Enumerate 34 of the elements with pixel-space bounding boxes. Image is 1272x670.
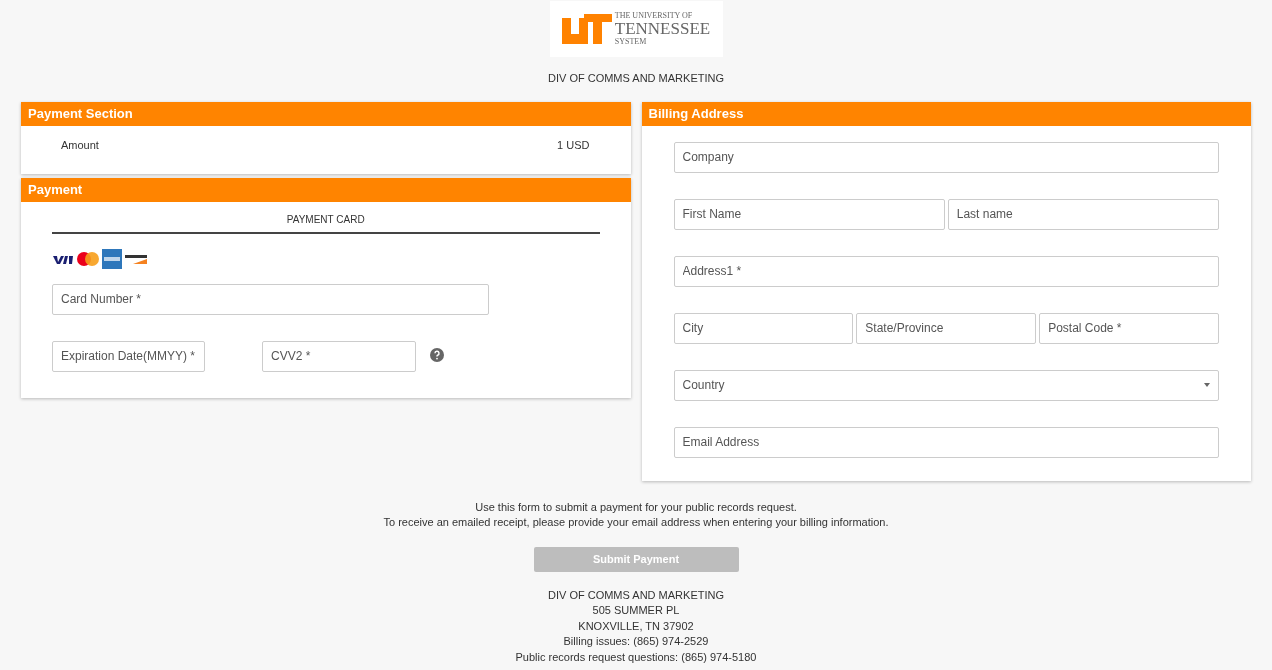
country-select[interactable]: Country <box>673 369 1219 401</box>
footer-text: KNOXVILLE, TN 37902 <box>578 618 694 634</box>
input-field[interactable]: Card Number * <box>52 283 489 315</box>
input-field[interactable]: Company <box>673 141 1219 173</box>
logo-text: TENNESSEE <box>614 20 711 37</box>
amount-value: 1 USD <box>557 137 590 153</box>
input-field[interactable]: First Name <box>673 198 945 230</box>
info-text: Use this form to submit a payment for your public records request. <box>475 499 797 515</box>
input-field[interactable]: Postal Code * <box>1039 312 1219 344</box>
info-text: To receive an emailed receipt, please provide your email address when entering your billing information. <box>383 514 889 530</box>
merchant-name: DIV OF COMMS AND MARKETING <box>548 71 724 86</box>
footer-text: Public records request questions: (865) 974-5180 <box>515 649 757 665</box>
ut-logo-icon <box>561 14 612 44</box>
mastercard-icon <box>77 251 99 266</box>
panel-header: Payment Section <box>21 101 631 126</box>
logo-text: THE UNIVERSITY OF <box>614 12 694 20</box>
input-field[interactable]: Last name <box>947 198 1219 230</box>
footer-text: 505 SUMMER PL <box>592 603 680 618</box>
input-field[interactable]: Email Address <box>673 426 1219 458</box>
caret-icon <box>1204 383 1210 387</box>
amount-label: Amount <box>61 137 99 153</box>
panel-header: Billing Address <box>641 101 1251 126</box>
input-field[interactable]: Expiration Date(MMYY) * <box>52 340 205 372</box>
help-icon[interactable] <box>430 347 444 362</box>
input-field[interactable]: City <box>673 312 854 344</box>
logo-text: SYSTEM <box>614 37 648 46</box>
input-field[interactable]: CVV2 * <box>262 340 416 372</box>
footer-text: Billing issues: (865) 974-2529 <box>563 634 709 649</box>
input-field[interactable]: State/Province <box>856 312 1037 344</box>
panel-header: Payment <box>21 177 631 202</box>
footer-text: DIV OF COMMS AND MARKETING <box>548 587 724 603</box>
input-field[interactable]: Address1 * <box>673 255 1219 287</box>
amex-card-icon <box>102 248 122 269</box>
payment-card-tab[interactable]: PAYMENT CARD <box>52 209 600 234</box>
